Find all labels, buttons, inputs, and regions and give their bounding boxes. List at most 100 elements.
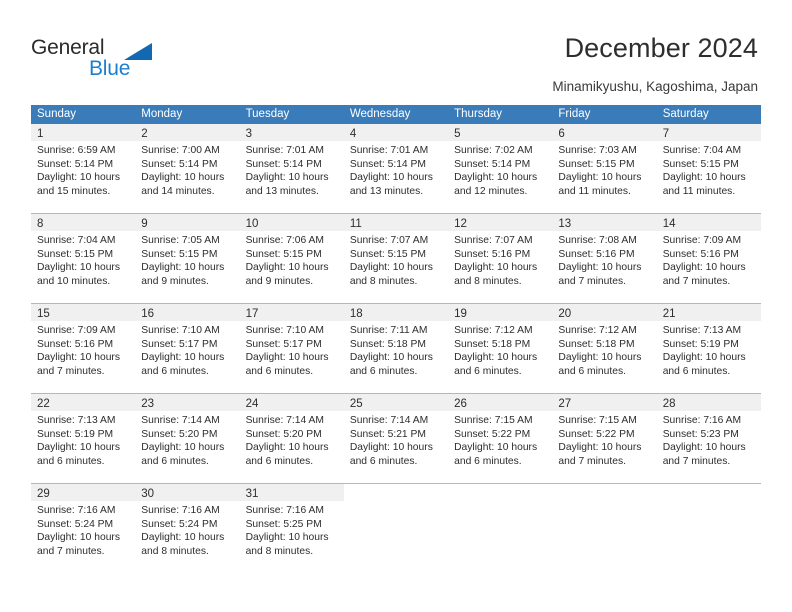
day-number: 4 [349,128,357,140]
day-number: 5 [454,128,461,140]
sunrise-text: Sunrise: 7:09 AM [662,235,742,246]
day-details: Sunrise: 7:15 AM Sunset: 5:22 PM Daylight:… [552,411,656,468]
sunrise-text: Sunrise: 7:03 AM [558,145,637,156]
weekday-header-wednesday: Wednesday [349,108,411,120]
page-header: General Blue December 2024 Minamikyushu,… [0,0,792,98]
calendar-day-cell[interactable]: 29 Sunrise: 7:16 AM Sunset: 5:24 PM Dayligh… [31,484,136,573]
calendar-day-cell[interactable]: 10 Sunrise: 7:06 AM Sunset: 5:15 PM Dayligh… [239,214,344,303]
general-blue-logo[interactable]: General Blue [31,36,211,86]
calendar-day-cell[interactable]: 17 Sunrise: 7:10 AM Sunset: 5:17 PM Dayligh… [239,304,344,393]
daylight-text-line2: and 8 minutes. [454,275,522,287]
daylight-text-line2: and 7 minutes. [558,455,626,467]
calendar-day-cell[interactable]: 30 Sunrise: 7:16 AM Sunset: 5:24 PM Dayligh… [135,484,240,573]
day-number-band: 26 [448,394,553,411]
daylight-text-line1: Daylight: 10 hours [245,262,329,274]
day-number: 13 [558,218,572,230]
day-number-band: 12 [448,214,553,231]
calendar-day-cell[interactable]: 6 Sunrise: 7:03 AM Sunset: 5:15 PM Daylight… [552,124,657,213]
daylight-text-line1: Daylight: 10 hours [454,262,538,274]
sunset-text: Sunset: 5:19 PM [37,428,114,440]
day-details: Sunrise: 7:09 AM Sunset: 5:16 PM Daylight:… [31,321,135,378]
calendar-day-cell[interactable]: 24 Sunrise: 7:14 AM Sunset: 5:20 PM Dayligh… [239,394,344,483]
calendar-day-cell[interactable]: 15 Sunrise: 7:09 AM Sunset: 5:16 PM Dayligh… [31,304,136,393]
calendar-day-cell[interactable]: 12 Sunrise: 7:07 AM Sunset: 5:16 PM Dayligh… [448,214,553,303]
weekday-header-monday: Monday [141,108,183,120]
calendar-day-cell[interactable]: 19 Sunrise: 7:12 AM Sunset: 5:18 PM Dayligh… [448,304,553,393]
calendar-day-cell[interactable]: 22 Sunrise: 7:13 AM Sunset: 5:19 PM Dayligh… [31,394,136,483]
calendar-day-cell[interactable]: 8 Sunrise: 7:04 AM Sunset: 5:15 PM Daylight… [31,214,136,303]
calendar-weeks: 1 Sunrise: 6:59 AM Sunset: 5:14 PM Daylight… [31,124,761,573]
day-number: 30 [141,488,155,500]
daylight-text-line2: and 6 minutes. [349,455,418,467]
day-number-band: 2 [135,124,240,141]
calendar-week-row: 1 Sunrise: 6:59 AM Sunset: 5:14 PM Daylight… [31,124,761,213]
sunset-text: Sunset: 5:14 PM [454,158,531,170]
sunset-text: Sunset: 5:15 PM [245,248,322,260]
calendar-day-cell[interactable]: 26 Sunrise: 7:15 AM Sunset: 5:22 PM Dayligh… [448,394,553,483]
day-number-band: 28 [656,394,761,411]
weekday-header-friday: Friday [558,108,591,120]
calendar-day-cell[interactable]: 5 Sunrise: 7:02 AM Sunset: 5:14 PM Daylight… [448,124,553,213]
day-number-band: 8 [31,214,136,231]
day-details: Sunrise: 7:16 AM Sunset: 5:24 PM Daylight:… [135,501,239,558]
daylight-text-line2: and 14 minutes. [141,185,215,197]
calendar-day-cell[interactable]: 4 Sunrise: 7:01 AM Sunset: 5:14 PM Daylight… [343,124,449,213]
day-details: Sunrise: 7:14 AM Sunset: 5:20 PM Daylight:… [240,411,344,468]
day-number-band: 10 [239,214,344,231]
daylight-text-line2: and 6 minutes. [141,365,209,377]
sunrise-text: Sunrise: 7:14 AM [141,415,220,426]
day-number-band [448,484,553,501]
daylight-text-line1: Daylight: 10 hours [454,172,538,184]
calendar-day-cell[interactable]: 9 Sunrise: 7:05 AM Sunset: 5:15 PM Daylight… [135,214,240,303]
day-details: Sunrise: 7:03 AM Sunset: 5:15 PM Daylight:… [552,141,656,198]
day-number: 21 [662,308,676,320]
sunset-text: Sunset: 5:19 PM [662,338,739,350]
day-number-band: 23 [135,394,240,411]
calendar-day-cell[interactable]: 31 Sunrise: 7:16 AM Sunset: 5:25 PM Dayligh… [239,484,344,573]
daylight-text-line1: Daylight: 10 hours [37,352,120,364]
day-number: 18 [349,308,363,320]
calendar-day-cell[interactable]: 23 Sunrise: 7:14 AM Sunset: 5:20 PM Dayligh… [135,394,240,483]
day-number-band: 7 [656,124,761,141]
day-details: Sunrise: 7:10 AM Sunset: 5:17 PM Daylight:… [240,321,344,378]
calendar-day-cell[interactable]: 14 Sunrise: 7:09 AM Sunset: 5:16 PM Dayligh… [656,214,761,303]
calendar-day-cell-empty [343,484,449,573]
day-number-band: 19 [448,304,553,321]
daylight-text-line2: and 13 minutes. [245,185,319,197]
sunrise-text: Sunrise: 7:04 AM [662,145,742,156]
day-number-band: 20 [552,304,657,321]
day-details: Sunrise: 7:06 AM Sunset: 5:15 PM Daylight:… [240,231,344,288]
day-number: 1 [37,128,44,140]
calendar-day-cell[interactable]: 21 Sunrise: 7:13 AM Sunset: 5:19 PM Dayligh… [656,304,761,393]
day-details: Sunrise: 7:16 AM Sunset: 5:23 PM Daylight:… [657,411,761,468]
day-number: 6 [558,128,565,140]
daylight-text-line1: Daylight: 10 hours [37,532,120,544]
day-number: 9 [141,218,148,230]
day-details: Sunrise: 7:08 AM Sunset: 5:16 PM Daylight:… [552,231,656,288]
calendar-day-cell[interactable]: 18 Sunrise: 7:11 AM Sunset: 5:18 PM Dayligh… [343,304,449,393]
daylight-text-line1: Daylight: 10 hours [662,172,746,184]
logo-text-blue: Blue [89,57,131,80]
calendar-day-cell[interactable]: 7 Sunrise: 7:04 AM Sunset: 5:15 PM Daylight… [656,124,761,213]
calendar-day-cell[interactable]: 1 Sunrise: 6:59 AM Sunset: 5:14 PM Daylight… [31,124,136,213]
calendar-day-cell[interactable]: 2 Sunrise: 7:00 AM Sunset: 5:14 PM Daylight… [135,124,240,213]
calendar-day-cell[interactable]: 3 Sunrise: 7:01 AM Sunset: 5:14 PM Daylight… [239,124,344,213]
calendar-week-row: 22 Sunrise: 7:13 AM Sunset: 5:19 PM Dayligh… [31,393,761,483]
calendar-day-cell[interactable]: 25 Sunrise: 7:14 AM Sunset: 5:21 PM Dayligh… [343,394,449,483]
day-details: Sunrise: 7:02 AM Sunset: 5:14 PM Daylight:… [448,141,552,198]
calendar-day-cell[interactable]: 13 Sunrise: 7:08 AM Sunset: 5:16 PM Dayligh… [552,214,657,303]
day-number-band [343,484,449,501]
sunrise-text: Sunrise: 7:06 AM [245,235,324,246]
calendar-day-cell[interactable]: 20 Sunrise: 7:12 AM Sunset: 5:18 PM Dayligh… [552,304,657,393]
calendar-day-cell[interactable]: 11 Sunrise: 7:07 AM Sunset: 5:15 PM Dayligh… [343,214,449,303]
calendar-day-cell[interactable]: 28 Sunrise: 7:16 AM Sunset: 5:23 PM Dayligh… [656,394,761,483]
calendar-day-cell[interactable]: 27 Sunrise: 7:15 AM Sunset: 5:22 PM Dayligh… [552,394,657,483]
day-number-band: 29 [31,484,136,501]
day-number: 26 [454,398,467,410]
daylight-text-line2: and 6 minutes. [37,455,105,467]
sunrise-text: Sunrise: 7:05 AM [141,235,220,246]
calendar-day-cell[interactable]: 16 Sunrise: 7:10 AM Sunset: 5:17 PM Dayligh… [135,304,240,393]
daylight-text-line1: Daylight: 10 hours [558,352,642,364]
daylight-text-line1: Daylight: 10 hours [349,262,433,274]
sunrise-text: Sunrise: 7:00 AM [141,145,220,156]
